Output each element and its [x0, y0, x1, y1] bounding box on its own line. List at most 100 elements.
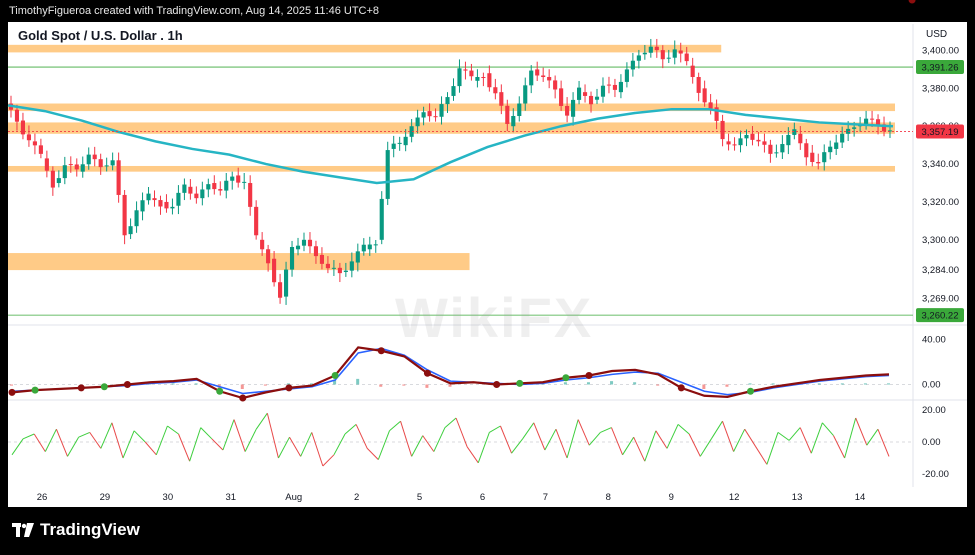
osc2-segment — [844, 417, 857, 459]
candle-body — [672, 49, 677, 58]
osc2-segment — [833, 435, 846, 459]
osc2-segment — [600, 427, 612, 433]
candle-body — [212, 183, 217, 190]
candle-body — [421, 112, 426, 118]
tradingview-logo-icon — [12, 523, 34, 537]
candle-body — [571, 99, 576, 117]
currency-label: USD — [926, 29, 948, 40]
osc2-segment — [733, 428, 746, 452]
footer-bar — [0, 507, 975, 555]
candle-body — [654, 46, 659, 51]
candle-body — [68, 164, 73, 166]
chart-canvas[interactable]: 3,400.003,380.003,360.003,340.003,320.00… — [0, 0, 975, 555]
candle-body — [26, 134, 31, 141]
support-resistance-zone — [8, 165, 895, 172]
osc2-segment — [810, 422, 823, 454]
candle-body — [726, 141, 731, 145]
time-axis-label: 13 — [792, 492, 803, 503]
pivot-low-dot — [516, 379, 524, 387]
osc2-segment — [555, 429, 568, 459]
histogram-bar — [771, 383, 775, 385]
candle-body — [630, 60, 635, 70]
osc2-segment — [133, 430, 146, 443]
osc2-segment — [522, 422, 535, 440]
osc2-segment — [466, 446, 479, 464]
candle-body — [756, 139, 761, 142]
candle-body — [379, 198, 384, 240]
candle-body — [391, 143, 396, 149]
candle-body — [666, 57, 671, 59]
osc2-segment — [144, 441, 157, 456]
osc2-segment — [266, 413, 279, 459]
level-label: 3,260.22 — [922, 311, 959, 322]
time-axis-label: 5 — [417, 492, 422, 503]
osc2-segment — [755, 446, 768, 465]
osc2-segment — [400, 421, 413, 457]
candle-body — [690, 65, 695, 78]
candle-body — [188, 186, 193, 194]
osc2-segment — [433, 427, 446, 452]
osc2-segment — [644, 430, 657, 462]
candle-body — [254, 206, 259, 236]
osc2-segment — [577, 419, 590, 446]
candle-body — [582, 92, 588, 96]
candle-body — [260, 239, 265, 250]
osc2-segment — [611, 427, 624, 455]
candle-body — [122, 194, 127, 236]
candle-body — [750, 133, 755, 140]
histogram-bar — [425, 384, 429, 388]
osc2-segment — [411, 435, 424, 457]
price-tick-label: 3,380.00 — [922, 83, 959, 94]
candle-body — [403, 136, 408, 146]
tradingview-logo[interactable]: TradingView — [12, 520, 140, 540]
candle-body — [110, 160, 115, 166]
osc2-segment — [111, 422, 124, 459]
candle-body — [86, 154, 91, 165]
candle-body — [98, 159, 103, 168]
osc2-segment — [788, 427, 801, 441]
candle-body — [648, 46, 653, 53]
candle-body — [307, 239, 313, 247]
candle-body — [140, 200, 145, 212]
osc2-segment — [499, 425, 513, 454]
candle-body — [218, 189, 223, 191]
candle-body — [576, 87, 582, 100]
candle-body — [762, 141, 767, 145]
osc2-segment — [178, 433, 191, 462]
pivot-high-dot — [239, 394, 247, 402]
pivot-low-dot — [100, 383, 108, 391]
support-resistance-zone — [8, 44, 722, 53]
candle-body — [152, 198, 157, 201]
level-label: 3,391.26 — [922, 63, 959, 74]
candle-body — [487, 73, 492, 88]
candle-body — [559, 88, 564, 106]
osc1-tick-label: 40.00 — [922, 335, 946, 346]
osc2-segment — [222, 419, 235, 451]
osc2-segment — [377, 430, 390, 460]
candle-body — [301, 239, 307, 246]
time-axis-label: 8 — [606, 492, 611, 503]
time-axis-label: 12 — [729, 492, 740, 503]
osc2-segment — [389, 420, 401, 432]
candle-body — [433, 116, 438, 118]
osc2-segment — [277, 436, 290, 459]
candle-body — [116, 160, 121, 195]
candle-body — [499, 92, 504, 106]
osc2-segment — [289, 436, 302, 457]
support-resistance-zone — [8, 103, 895, 112]
histogram-bar — [725, 384, 729, 387]
time-axis-label: Aug — [285, 492, 302, 503]
osc2-segment — [11, 438, 24, 456]
candle-body — [642, 52, 647, 55]
osc2-segment — [455, 417, 468, 447]
osc2-segment — [33, 433, 46, 452]
histogram-bar — [748, 383, 752, 385]
time-axis-label: 9 — [669, 492, 674, 503]
candle-body — [636, 55, 641, 61]
osc2-segment — [655, 430, 668, 449]
candle-body — [457, 68, 462, 87]
candle-body — [445, 97, 450, 105]
candle-body — [708, 102, 713, 109]
candle-body — [385, 150, 390, 199]
candle-body — [182, 184, 187, 193]
